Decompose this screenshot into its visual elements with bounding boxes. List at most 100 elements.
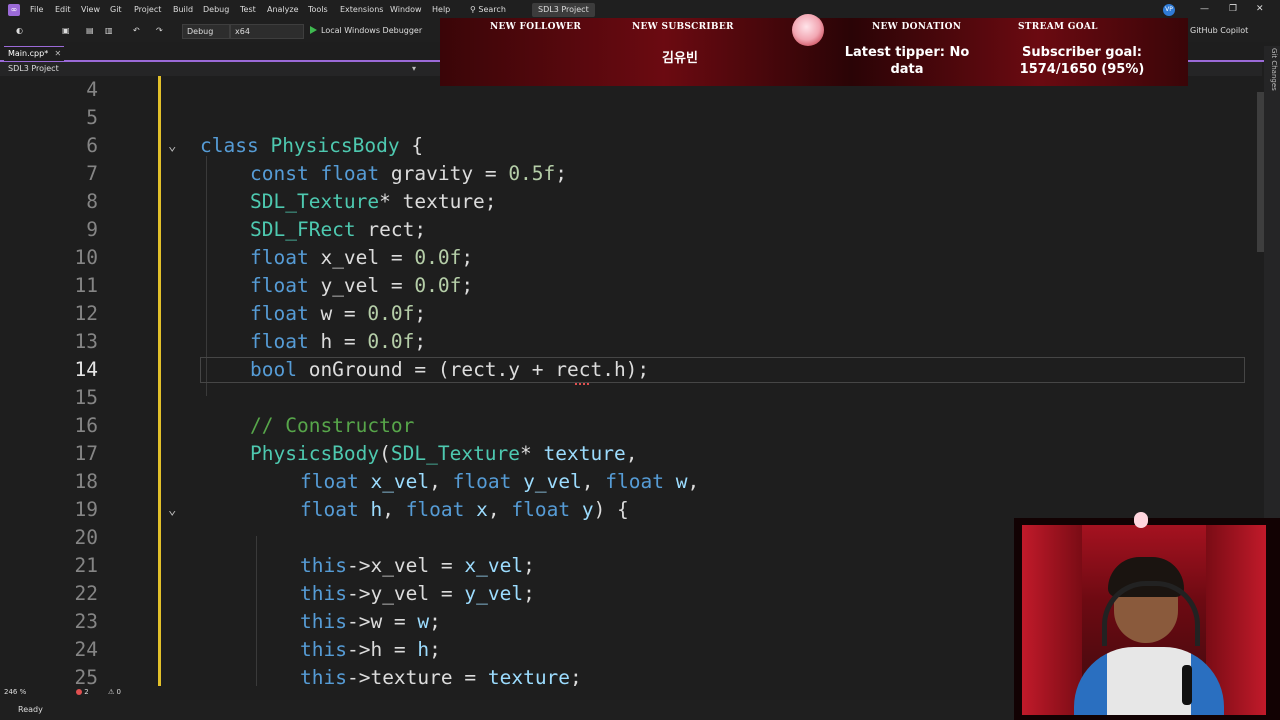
- code-token: ;: [429, 610, 441, 633]
- code-token: ,: [581, 470, 606, 493]
- configuration-select[interactable]: Debug: [182, 24, 230, 39]
- code-line[interactable]: float h = 0.0f;: [250, 330, 426, 353]
- code-line[interactable]: float x_vel = 0.0f;: [250, 246, 473, 269]
- error-count-value: 2: [84, 688, 89, 696]
- menu-debug[interactable]: Debug: [203, 5, 229, 14]
- code-line[interactable]: const float gravity = 0.5f;: [250, 162, 567, 185]
- code-token: float: [250, 302, 321, 325]
- minimize-button[interactable]: —: [1200, 4, 1209, 14]
- error-count[interactable]: 2: [76, 686, 89, 698]
- menu-analyze[interactable]: Analyze: [267, 5, 299, 14]
- code-token: y_vel: [464, 582, 524, 605]
- menu-tools[interactable]: Tools: [308, 5, 328, 14]
- code-line[interactable]: this->w = w;: [300, 610, 441, 633]
- code-token: x_vel: [464, 554, 524, 577]
- code-line[interactable]: this->x_vel = x_vel;: [300, 554, 535, 577]
- menu-edit[interactable]: Edit: [55, 5, 71, 14]
- chevron-down-icon[interactable]: ▾: [412, 62, 416, 76]
- overlay-header-subscriber: NEW SUBSCRIBER: [632, 22, 734, 32]
- line-number: 6: [86, 134, 98, 157]
- code-line[interactable]: this->h = h;: [300, 638, 441, 661]
- menu-extensions[interactable]: Extensions: [340, 5, 383, 14]
- undo-icon[interactable]: ↶: [133, 26, 140, 35]
- code-token: y_vel: [523, 470, 582, 493]
- collapse-chevron-icon[interactable]: ⌄: [168, 138, 176, 154]
- code-token: ;: [523, 582, 535, 605]
- code-line[interactable]: bool onGround = (rect.y + rect.h);: [250, 358, 649, 381]
- menu-git[interactable]: Git: [110, 5, 122, 14]
- warning-count[interactable]: ⚠ 0: [108, 686, 121, 698]
- code-token: ->y_vel =: [346, 582, 465, 605]
- code-token: SDL_FRect: [250, 218, 356, 241]
- code-line[interactable]: float w = 0.0f;: [250, 302, 426, 325]
- code-token: float: [320, 162, 391, 185]
- menu-test[interactable]: Test: [240, 5, 256, 14]
- code-token: ;: [414, 302, 427, 325]
- close-tab-icon[interactable]: ✕: [55, 47, 62, 61]
- overlay-header-donation: NEW DONATION: [872, 22, 962, 32]
- code-token: bool: [250, 358, 309, 381]
- code-token: ;: [461, 246, 474, 269]
- code-line[interactable]: SDL_Texture* texture;: [250, 190, 497, 213]
- code-line[interactable]: float x_vel, float y_vel, float w,: [300, 470, 699, 493]
- code-line[interactable]: this->y_vel = y_vel;: [300, 582, 535, 605]
- new-file-icon[interactable]: ▣: [62, 26, 70, 35]
- code-token: ->x_vel =: [346, 554, 465, 577]
- git-changes-tab[interactable]: Git Changes: [1266, 48, 1278, 91]
- code-token: h =: [320, 330, 368, 353]
- code-token: ,: [429, 470, 453, 493]
- user-avatar[interactable]: VP: [1163, 4, 1175, 16]
- redo-icon[interactable]: ↷: [156, 26, 163, 35]
- code-token: ;: [461, 274, 474, 297]
- code-token: float: [300, 470, 371, 493]
- zoom-level[interactable]: 246 %: [4, 686, 26, 698]
- save-icon[interactable]: ▥: [105, 26, 113, 35]
- code-token: 0.5f: [508, 162, 556, 185]
- menu-build[interactable]: Build: [173, 5, 193, 14]
- code-token: ;: [429, 638, 441, 661]
- code-token: ->w =: [346, 610, 418, 633]
- code-token: this: [300, 582, 347, 605]
- start-debug-icon[interactable]: [310, 26, 317, 34]
- restore-button[interactable]: ❐: [1229, 4, 1237, 14]
- lamp-light: [1134, 512, 1148, 528]
- collapse-chevron-icon[interactable]: ⌄: [168, 502, 176, 518]
- line-number: 24: [74, 638, 98, 661]
- line-number: 18: [74, 470, 98, 493]
- code-token: {: [399, 134, 424, 157]
- code-token: * texture;: [379, 190, 497, 213]
- project-scope-dropdown[interactable]: SDL3 Project: [8, 62, 59, 76]
- code-token: 0.0f: [414, 274, 462, 297]
- github-copilot-button[interactable]: GitHub Copilot: [1190, 26, 1248, 35]
- streamer-body: [1074, 647, 1224, 715]
- line-number: 21: [74, 554, 98, 577]
- menu-view[interactable]: View: [81, 5, 100, 14]
- subscriber-goal: Subscriber goal: 1574/1650 (95%): [1019, 45, 1145, 77]
- code-token: h: [417, 638, 430, 661]
- code-line[interactable]: // Constructor: [250, 414, 414, 437]
- search-box[interactable]: ⚲ Search: [470, 3, 530, 17]
- code-token: x_vel =: [320, 246, 415, 269]
- error-icon: [76, 689, 82, 695]
- start-debug-button[interactable]: Local Windows Debugger: [321, 26, 422, 35]
- code-line[interactable]: float y_vel = 0.0f;: [250, 274, 473, 297]
- scrollbar-thumb[interactable]: [1257, 92, 1264, 252]
- platform-select[interactable]: x64: [230, 24, 304, 39]
- code-token: 0.0f: [414, 246, 462, 269]
- open-icon[interactable]: ▤: [86, 26, 94, 35]
- tab-main-cpp[interactable]: Main.cpp* ✕: [4, 46, 65, 61]
- code-line[interactable]: PhysicsBody(SDL_Texture* texture,: [250, 442, 637, 465]
- menu-window[interactable]: Window: [390, 5, 422, 14]
- menu-file[interactable]: File: [30, 5, 43, 14]
- tab-label: Main.cpp*: [8, 49, 49, 58]
- nav-back-icon[interactable]: ◐: [16, 26, 23, 35]
- code-token: PhysicsBody: [250, 442, 380, 465]
- code-line[interactable]: SDL_FRect rect;: [250, 218, 426, 241]
- code-token: ,: [382, 498, 406, 521]
- search-label: Search: [478, 5, 506, 14]
- code-line[interactable]: float h, float x, float y) {: [300, 498, 629, 521]
- close-window-button[interactable]: ✕: [1256, 4, 1264, 14]
- menu-help[interactable]: Help: [432, 5, 450, 14]
- menu-project[interactable]: Project: [134, 5, 161, 14]
- code-line[interactable]: class PhysicsBody {: [200, 134, 423, 157]
